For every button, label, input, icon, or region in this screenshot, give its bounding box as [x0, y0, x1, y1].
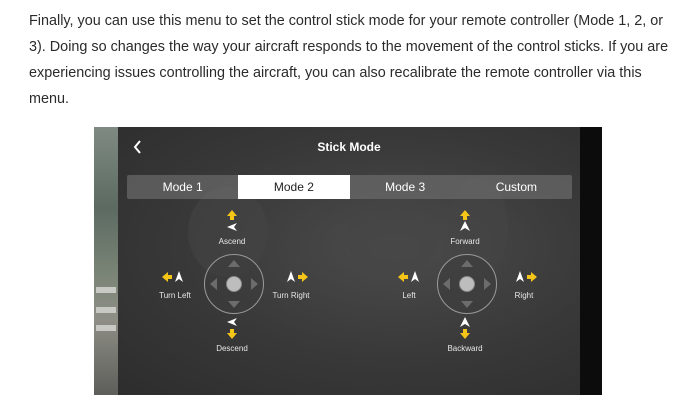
turn-right-label: Turn Right	[272, 291, 310, 300]
descend-arrow-icon	[227, 318, 237, 339]
left-label: Left	[402, 291, 416, 300]
tab-mode-1[interactable]: Mode 1	[127, 175, 238, 199]
ascend-arrow-icon	[227, 210, 237, 231]
tab-custom[interactable]: Custom	[461, 175, 572, 199]
backward-arrow-icon	[460, 317, 470, 339]
tab-mode-2[interactable]: Mode 2	[238, 175, 350, 199]
left-arrow-icon	[398, 271, 419, 282]
left-joystick	[204, 254, 264, 314]
forward-label: Forward	[450, 237, 480, 246]
forward-arrow-icon	[460, 210, 470, 231]
turn-left-arrow-icon	[162, 271, 183, 282]
left-joystick-knob	[226, 276, 242, 292]
descend-label: Descend	[216, 344, 248, 353]
background-photo-strip	[94, 127, 118, 395]
app-screenshot: Stick Mode Mode 1 Mode 2 Mode 3 Custom A…	[94, 127, 602, 395]
black-side-bar	[580, 127, 602, 395]
ascend-label: Ascend	[218, 237, 246, 246]
right-joystick	[437, 254, 497, 314]
turn-right-arrow-icon	[287, 271, 308, 282]
screen-title: Stick Mode	[317, 140, 381, 154]
tab-mode-3[interactable]: Mode 3	[350, 175, 461, 199]
turn-left-label: Turn Left	[159, 291, 191, 300]
mode-tabs: Mode 1 Mode 2 Mode 3 Custom	[127, 175, 572, 199]
right-joystick-knob	[459, 276, 475, 292]
app-background	[118, 127, 580, 395]
right-arrow-icon	[516, 271, 537, 282]
right-label: Right	[514, 291, 534, 300]
backward-label: Backward	[447, 344, 483, 353]
article-paragraph: Finally, you can use this menu to set th…	[29, 13, 669, 107]
